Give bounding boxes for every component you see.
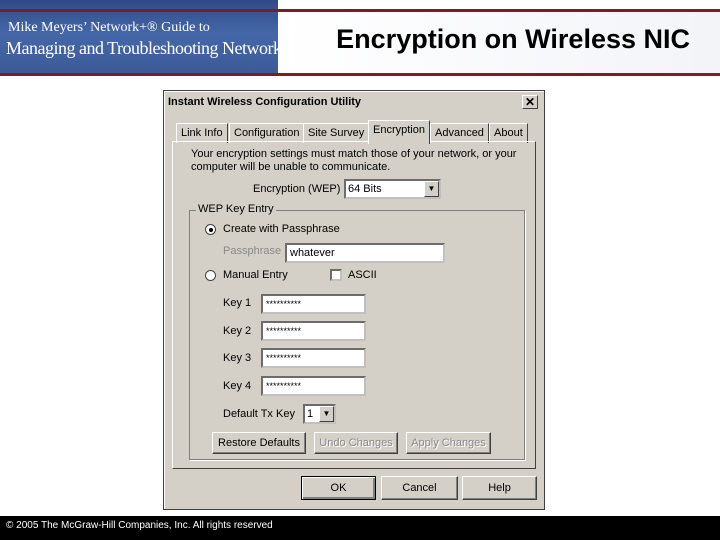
- undo-changes-button[interactable]: Undo Changes: [314, 432, 398, 454]
- apply-changes-button[interactable]: Apply Changes: [406, 432, 491, 454]
- encryption-info-text: Your encryption settings must match thos…: [191, 148, 517, 173]
- copyright-text: © 2005 The McGraw-Hill Companies, Inc. A…: [6, 520, 273, 531]
- default-tx-key-select[interactable]: 1 ▼: [303, 404, 336, 424]
- restore-defaults-button[interactable]: Restore Defaults: [212, 432, 306, 454]
- ascii-checkbox[interactable]: [330, 269, 342, 281]
- key2-label: Key 2: [223, 325, 252, 337]
- logo-line1: Mike Meyers’ Network+® Guide to: [8, 20, 210, 35]
- passphrase-radio-label[interactable]: Create with Passphrase: [223, 223, 340, 235]
- encryption-panel: Your encryption settings must match thos…: [172, 141, 536, 469]
- encryption-label: Encryption (WEP): [253, 183, 341, 195]
- close-icon: ✕: [524, 95, 536, 109]
- passphrase-label: Passphrase: [223, 245, 282, 257]
- key2-input[interactable]: **********: [261, 321, 366, 341]
- key4-label: Key 4: [223, 380, 252, 392]
- slide-title: Encryption on Wireless NIC: [336, 24, 690, 54]
- tab-encryption[interactable]: Encryption: [368, 120, 430, 144]
- key1-label: Key 1: [223, 297, 252, 309]
- tab-advanced[interactable]: Advanced: [430, 123, 489, 143]
- logo-line2: Managing and Troubleshooting Networks: [6, 38, 278, 58]
- key4-input[interactable]: **********: [261, 376, 366, 396]
- wep-key-entry-group: WEP Key Entry Create with Passphrase Pas…: [189, 203, 525, 460]
- key3-label: Key 3: [223, 352, 252, 364]
- default-tx-key-label: Default Tx Key: [223, 408, 295, 420]
- manual-entry-radio[interactable]: [205, 270, 216, 281]
- key1-input[interactable]: **********: [261, 294, 366, 314]
- header-rule-bottom: [0, 73, 720, 76]
- tab-configuration[interactable]: Configuration: [229, 123, 305, 143]
- tab-site-survey[interactable]: Site Survey: [303, 123, 370, 143]
- cancel-button[interactable]: Cancel: [381, 476, 458, 500]
- slide-header: Mike Meyers’ Network+® Guide to Managing…: [0, 0, 720, 80]
- passphrase-radio[interactable]: [205, 224, 216, 235]
- key3-input[interactable]: **********: [261, 348, 366, 368]
- header-rule-top: [0, 9, 720, 12]
- encryption-select-value: 64 Bits: [348, 183, 382, 195]
- tab-link-info[interactable]: Link Info: [176, 123, 228, 143]
- passphrase-input[interactable]: whatever: [285, 243, 445, 263]
- help-button[interactable]: Help: [462, 476, 537, 500]
- default-tx-key-value: 1: [307, 408, 314, 420]
- close-button[interactable]: ✕: [522, 95, 538, 109]
- dialog-title: Instant Wireless Configuration Utility: [168, 96, 362, 108]
- ascii-label[interactable]: ASCII: [348, 269, 377, 281]
- slide-footer: © 2005 The McGraw-Hill Companies, Inc. A…: [0, 516, 720, 540]
- ok-button[interactable]: OK: [301, 476, 376, 500]
- wireless-config-dialog: Instant Wireless Configuration Utility ✕…: [163, 90, 545, 510]
- chevron-down-icon[interactable]: ▼: [319, 406, 334, 422]
- dialog-titlebar[interactable]: Instant Wireless Configuration Utility ✕: [166, 93, 542, 113]
- tab-about[interactable]: About: [489, 123, 528, 143]
- wep-group-legend: WEP Key Entry: [196, 203, 276, 215]
- chevron-down-icon[interactable]: ▼: [424, 181, 439, 197]
- manual-entry-label[interactable]: Manual Entry: [223, 269, 288, 281]
- encryption-select[interactable]: 64 Bits ▼: [344, 179, 441, 199]
